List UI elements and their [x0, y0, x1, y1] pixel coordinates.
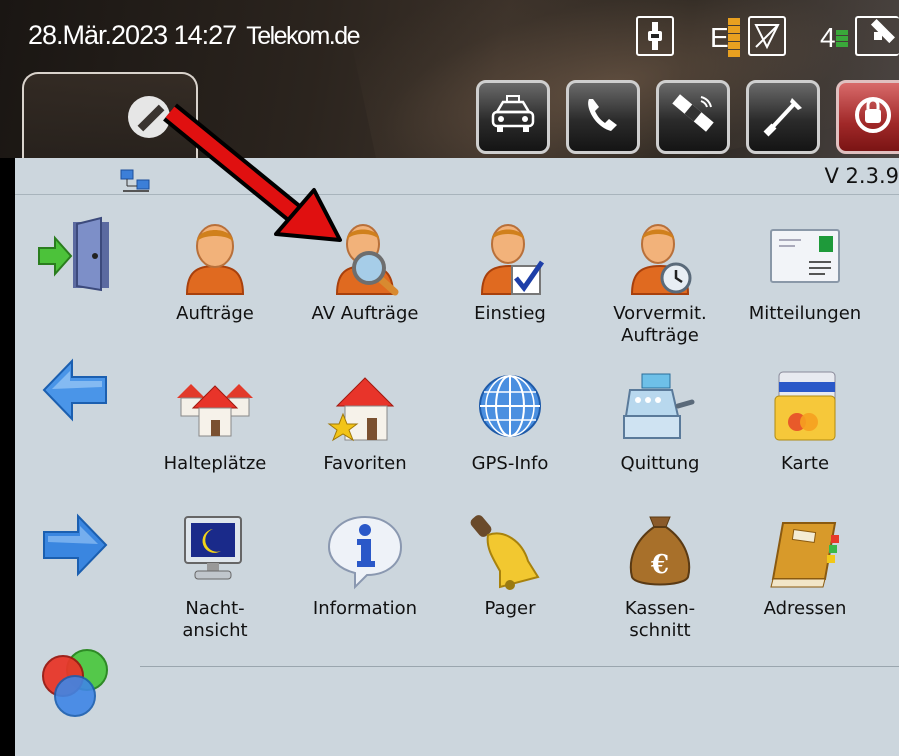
- gps-satellite-icon: [855, 16, 899, 56]
- color-circles-icon: [37, 649, 117, 730]
- houses-icon: [175, 368, 255, 448]
- forward-button[interactable]: [40, 510, 120, 590]
- menu-item-information[interactable]: Information: [295, 513, 435, 663]
- menu-item-favoriten[interactable]: Favoriten: [295, 368, 435, 518]
- menu-item-auftraege[interactable]: Aufträge: [145, 218, 285, 368]
- svg-text:€: €: [650, 550, 669, 580]
- main-menu-panel: V 2.3.9 Aufträge AV Aufträge Einstieg Vo…: [15, 158, 899, 756]
- datetime-label: 28.Mär.2023 14:27: [28, 20, 237, 50]
- menu-item-label: Pager: [484, 598, 536, 619]
- gps-signal-icon: [836, 30, 848, 70]
- night-monitor-icon: [175, 513, 255, 593]
- status-bar: 28.Mär.2023 14:27 Telekom.de E 4: [0, 0, 899, 158]
- phone-button[interactable]: [566, 80, 640, 154]
- device-status-icon: [636, 16, 674, 56]
- menu-item-label: Adressen: [763, 598, 847, 619]
- menu-item-label: Aufträge: [176, 303, 254, 324]
- menu-item-av-auftraege[interactable]: AV Aufträge: [295, 218, 435, 368]
- gsm-signal-icon: [728, 18, 740, 58]
- menu-item-quittung[interactable]: Quittung: [590, 368, 730, 518]
- menu-item-adressen[interactable]: Adressen: [735, 513, 875, 663]
- globe-icon: [470, 368, 550, 448]
- color-settings-button[interactable]: [37, 646, 117, 726]
- status-text: 28.Mär.2023 14:27 Telekom.de: [28, 20, 361, 51]
- arrow-left-icon: [40, 358, 110, 429]
- person-search-icon: [325, 218, 405, 298]
- alarm-button[interactable]: [836, 80, 899, 154]
- satellite-icon: [669, 91, 717, 143]
- address-book-icon: [765, 513, 845, 593]
- menu-item-label: Halteplätze: [163, 453, 267, 474]
- house-star-icon: [325, 368, 405, 448]
- credit-card-icon: [765, 368, 845, 448]
- carrier-label: Telekom.de: [246, 22, 360, 50]
- menu-item-label: Vorvermit. Aufträge: [613, 303, 707, 346]
- menu-item-karte[interactable]: Karte: [735, 368, 875, 518]
- menu-item-label: GPS-Info: [471, 453, 549, 474]
- version-label: V 2.3.9: [824, 164, 899, 188]
- footer-divider: [140, 666, 899, 667]
- taxi-button[interactable]: [476, 80, 550, 154]
- menu-item-label: Mitteilungen: [748, 303, 862, 324]
- menu-item-halteplaetze[interactable]: Halteplätze: [145, 368, 285, 518]
- message-icon: [765, 218, 845, 298]
- arrow-right-icon: [40, 513, 110, 584]
- info-bubble-icon: [325, 513, 405, 593]
- money-bag-icon: €: [620, 513, 700, 593]
- menu-item-label: Nacht- ansicht: [182, 598, 248, 641]
- phone-icon: [581, 93, 625, 141]
- tools-icon: [760, 92, 806, 142]
- network-type-label: E: [710, 22, 729, 53]
- cash-register-icon: [620, 368, 700, 448]
- alarm-icon: [851, 93, 895, 141]
- menu-item-label: Favoriten: [323, 453, 407, 474]
- person-check-icon: [470, 218, 550, 298]
- menu-item-label: Kassen- schnitt: [624, 598, 696, 641]
- back-button[interactable]: [40, 355, 120, 435]
- menu-item-label: Karte: [780, 453, 830, 474]
- menu-item-label: Quittung: [620, 453, 700, 474]
- menu-item-gps-info[interactable]: GPS-Info: [440, 368, 580, 518]
- tools-button[interactable]: [746, 80, 820, 154]
- gps-satellite-count: 4: [820, 22, 836, 53]
- menu-item-vorvermit-auftraege[interactable]: Vorvermit. Aufträge: [590, 218, 730, 368]
- home-tab[interactable]: [22, 72, 198, 158]
- menu-item-pager[interactable]: Pager: [440, 513, 580, 663]
- taxi-icon: [489, 94, 537, 140]
- gsm-antenna-icon: [748, 16, 786, 56]
- exit-button[interactable]: [37, 216, 117, 296]
- header-divider: [15, 194, 899, 195]
- menu-item-kassenschnitt[interactable]: € Kassen- schnitt: [590, 513, 730, 663]
- network-icon: [119, 168, 153, 194]
- satellite-button[interactable]: [656, 80, 730, 154]
- logo-icon: [128, 96, 170, 138]
- menu-item-label: AV Aufträge: [311, 303, 419, 324]
- exit-door-icon: [37, 216, 117, 300]
- bell-icon: [470, 513, 550, 593]
- menu-item-nachtansicht[interactable]: Nacht- ansicht: [145, 513, 285, 663]
- menu-item-label: Einstieg: [474, 303, 546, 324]
- menu-item-label: Information: [312, 598, 418, 619]
- menu-item-einstieg[interactable]: Einstieg: [440, 218, 580, 368]
- menu-item-mitteilungen[interactable]: Mitteilungen: [735, 218, 875, 368]
- person-icon: [175, 218, 255, 298]
- person-clock-icon: [620, 218, 700, 298]
